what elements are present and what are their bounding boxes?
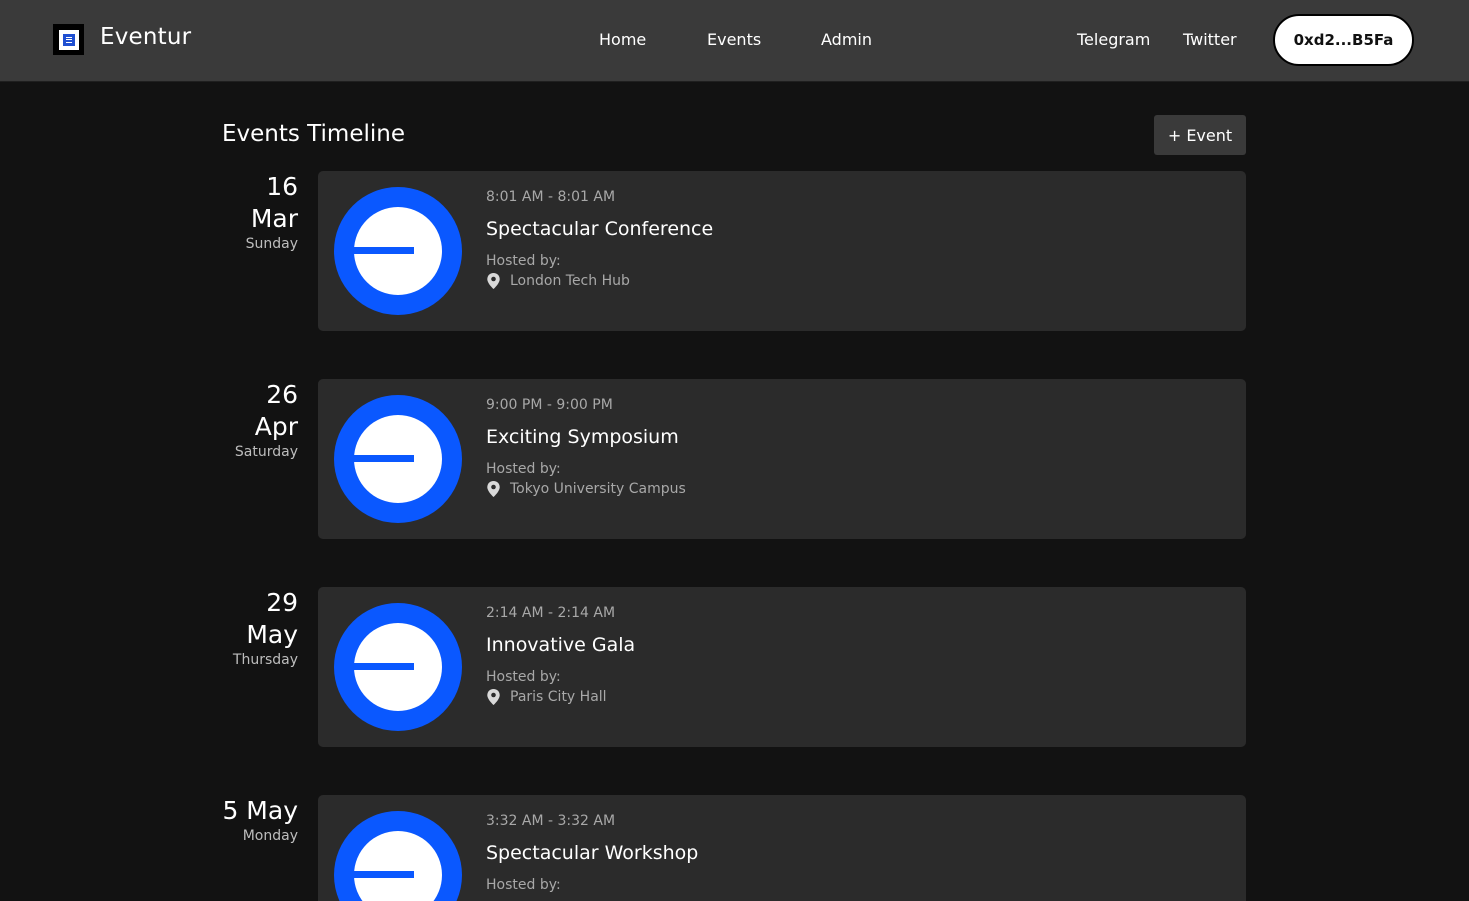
nav-link-admin[interactable]: Admin <box>821 30 872 49</box>
event-card[interactable]: 2:14 AM - 2:14 AM Innovative Gala Hosted… <box>318 587 1246 747</box>
event-date: 29 May Thursday <box>178 587 298 669</box>
event-title[interactable]: Exciting Symposium <box>486 426 679 448</box>
event-day: 16 <box>266 172 298 201</box>
nav-link-events[interactable]: Events <box>707 30 761 49</box>
event-time: 9:00 PM - 9:00 PM <box>486 397 613 413</box>
event-card[interactable]: 9:00 PM - 9:00 PM Exciting Symposium Hos… <box>318 379 1246 539</box>
event-image-icon <box>334 811 462 901</box>
event-time: 8:01 AM - 8:01 AM <box>486 189 616 205</box>
event-location-text: London Tech Hub <box>510 273 630 289</box>
event-day: 29 <box>266 588 298 617</box>
event-date: 16 Mar Sunday <box>178 171 298 253</box>
event-weekday: Sunday <box>245 236 298 252</box>
event-weekday: Monday <box>242 828 298 844</box>
app-name[interactable]: Eventur <box>100 24 191 50</box>
event-card[interactable]: 3:32 AM - 3:32 AM Spectacular Workshop H… <box>318 795 1246 901</box>
event-month: May <box>246 620 298 649</box>
event-location: London Tech Hub <box>486 273 630 289</box>
map-pin-icon <box>487 273 500 289</box>
event-title[interactable]: Spectacular Workshop <box>486 842 698 864</box>
event-image-icon <box>334 603 462 731</box>
top-navigation-bar: Eventur Home Events Admin Telegram Twitt… <box>0 0 1469 82</box>
event-image-icon <box>334 187 462 315</box>
event-time: 2:14 AM - 2:14 AM <box>486 605 616 621</box>
event-location: Tokyo University Campus <box>486 481 686 497</box>
wallet-address-button[interactable]: 0xd2...B5Fa <box>1273 14 1414 66</box>
nav-link-home[interactable]: Home <box>599 30 646 49</box>
logo-lines-icon <box>62 33 75 46</box>
timeline-event: 5 May Monday 3:32 AM - 3:32 AM Spectacul… <box>0 795 1469 901</box>
event-image-icon <box>334 395 462 523</box>
map-pin-icon <box>487 689 500 705</box>
event-month: Apr <box>254 412 298 441</box>
timeline-event: 16 Mar Sunday 8:01 AM - 8:01 AM Spectacu… <box>0 171 1469 331</box>
hosted-by-label: Hosted by: <box>486 669 561 685</box>
event-weekday: Thursday <box>232 652 298 668</box>
event-month: Mar <box>250 204 298 233</box>
event-title[interactable]: Spectacular Conference <box>486 218 713 240</box>
timeline-event: 26 Apr Saturday 9:00 PM - 9:00 PM Exciti… <box>0 379 1469 539</box>
event-location: Paris City Hall <box>486 689 607 705</box>
logo-inner <box>58 29 79 50</box>
hosted-by-label: Hosted by: <box>486 253 561 269</box>
event-location-text: Paris City Hall <box>510 689 607 705</box>
event-date: 5 May Monday <box>178 795 298 845</box>
event-time: 3:32 AM - 3:32 AM <box>486 813 616 829</box>
event-weekday: Saturday <box>234 444 298 460</box>
timeline-event: 29 May Thursday 2:14 AM - 2:14 AM Innova… <box>0 587 1469 747</box>
event-day-month: 5 May <box>222 796 298 825</box>
twitter-link[interactable]: Twitter <box>1183 30 1237 49</box>
app-logo-icon[interactable] <box>53 24 84 55</box>
hosted-by-label: Hosted by: <box>486 877 561 893</box>
event-title[interactable]: Innovative Gala <box>486 634 635 656</box>
event-card[interactable]: 8:01 AM - 8:01 AM Spectacular Conference… <box>318 171 1246 331</box>
event-location-text: Tokyo University Campus <box>510 481 686 497</box>
hosted-by-label: Hosted by: <box>486 461 561 477</box>
add-event-button[interactable]: + Event <box>1154 115 1246 155</box>
telegram-link[interactable]: Telegram <box>1077 30 1150 49</box>
event-day: 26 <box>266 380 298 409</box>
page-title: Events Timeline <box>222 121 405 147</box>
map-pin-icon <box>487 481 500 497</box>
event-date: 26 Apr Saturday <box>178 379 298 461</box>
